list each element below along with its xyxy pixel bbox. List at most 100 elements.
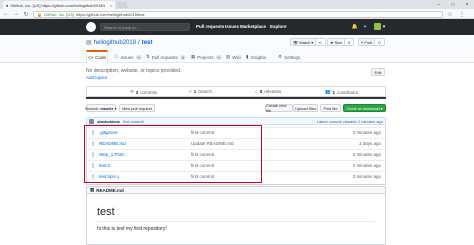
window-close-icon[interactable]: ×: [460, 0, 474, 9]
repo-name-link[interactable]: test: [142, 40, 153, 46]
tab-close-icon[interactable]: ×: [110, 3, 112, 8]
notifications-bell-icon[interactable]: 🔔: [352, 24, 358, 30]
highlight-box: [84, 125, 262, 183]
commit-author[interactable]: xiaokobianc: [97, 119, 120, 124]
author-avatar[interactable]: [89, 118, 94, 124]
tab-wiki[interactable]: ▥ Wiki: [226, 51, 241, 63]
github-logo-icon[interactable]: [86, 22, 96, 32]
file-age: 2 minutes ago: [352, 152, 381, 157]
branches-count: 1: [193, 89, 197, 94]
language-bar-fill: [86, 97, 386, 99]
file-age: 3 days ago: [358, 141, 381, 146]
repo-separator: /: [138, 39, 140, 46]
eye-icon: 👁: [293, 39, 299, 45]
fork-count[interactable]: 0: [374, 39, 384, 45]
bookmark-star-icon[interactable]: ☆: [446, 10, 454, 18]
find-file-button[interactable]: Find file: [320, 104, 341, 112]
clone-download-button[interactable]: Clone or download ▾: [343, 104, 386, 112]
star-label: Star: [334, 39, 342, 45]
book-icon: ▥: [226, 54, 231, 59]
tab-insights[interactable]: ▮ Insights: [246, 51, 266, 63]
readme-title: test: [97, 206, 115, 218]
caret-down-icon: ▾: [311, 39, 314, 45]
user-avatar[interactable]: [374, 23, 381, 30]
issue-icon: ⓘ: [114, 54, 119, 59]
project-icon: ▦: [191, 54, 196, 59]
tab-projects[interactable]: ▦ Projects 0: [191, 51, 222, 63]
github-favicon-icon: ●: [6, 2, 9, 8]
nav-marketplace[interactable]: Marketplace: [240, 24, 266, 29]
commits-link[interactable]: ⟲ 3 commits: [130, 89, 157, 95]
branches-link[interactable]: ⑂ 1 branch: [189, 89, 212, 94]
branch-select[interactable]: Branch: master ▾: [85, 104, 117, 112]
menu-icon[interactable]: ⋮: [458, 10, 466, 18]
fork-label: Fork: [364, 39, 373, 45]
reload-icon[interactable]: ↻: [22, 10, 30, 18]
search-placeholder: Search or jump to...: [104, 24, 139, 30]
readme-text: hi this is test my first repository!: [97, 226, 167, 232]
code-icon: <>: [87, 55, 94, 60]
branch-label: Branch:: [85, 105, 100, 111]
file-age: 2 minutes ago: [352, 130, 381, 135]
edit-button[interactable]: Edit: [371, 68, 385, 76]
repo-description: No description, website, or topics provi…: [86, 68, 182, 74]
browser-tab-title: GitHub, Inc. [US] https://github.com/hel…: [10, 2, 106, 8]
add-topics-link[interactable]: Add topics: [86, 75, 107, 80]
file-age: 2 minutes ago: [352, 163, 381, 168]
tab-projects-count: 0: [215, 54, 222, 60]
star-button[interactable]: ★ Star 0: [327, 38, 355, 46]
repo-owner-link[interactable]: hellogithub2018: [94, 40, 136, 46]
upload-files-button[interactable]: Upload files: [293, 104, 318, 112]
readme-body: [86, 194, 386, 245]
readme-divider: [97, 221, 375, 222]
history-icon: ⟲: [130, 89, 134, 94]
url-field[interactable]: 🔒 GitHub, Inc. [US] https://github.com/h…: [33, 11, 443, 18]
clone-label: Clone or download: [346, 105, 380, 111]
tag-icon: ⌂: [255, 89, 258, 94]
browser-tab[interactable]: ● GitHub, Inc. [US] https://github.com/h…: [3, 1, 115, 9]
tab-settings[interactable]: ⚙ Settings: [278, 51, 300, 63]
nav-issues[interactable]: Issues: [225, 24, 239, 29]
tab-issues[interactable]: ⓘ Issues 0: [114, 51, 142, 63]
pull-request-icon: ⇅: [146, 54, 150, 59]
fork-button[interactable]: ⑂ Fork 0: [358, 38, 385, 46]
commit-message[interactable]: first commit: [123, 119, 143, 124]
forward-icon[interactable]: →: [12, 10, 20, 18]
tab-insights-label: Insights: [250, 54, 266, 60]
contributors-link[interactable]: 👥 1 contributor: [325, 89, 358, 95]
readme-header: ▥ README.md: [86, 186, 386, 194]
graph-icon: ▮: [246, 54, 249, 59]
releases-link[interactable]: ⌂ 0 releases: [255, 89, 281, 94]
commit-tease: xiaokobianc first commit Latest commit c…: [86, 117, 386, 125]
caret-down-icon: ▾: [113, 105, 117, 111]
create-new-file-button[interactable]: Create new file: [265, 103, 293, 113]
maximize-icon[interactable]: □: [446, 0, 460, 9]
commits-count: 3: [135, 89, 139, 95]
branches-label: branch: [198, 89, 212, 94]
people-icon: 👥: [325, 89, 331, 94]
tab-projects-label: Projects: [197, 54, 214, 60]
tab-wiki-label: Wiki: [232, 54, 241, 60]
branch-icon: ⑂: [189, 89, 192, 94]
caret-down-icon[interactable]: ▾: [381, 24, 387, 30]
star-count[interactable]: 0: [343, 39, 354, 45]
repo-icon: ▤: [86, 40, 92, 46]
nav-pull-requests[interactable]: Pull requests: [196, 24, 224, 29]
language-bar[interactable]: [86, 97, 386, 99]
minimize-icon[interactable]: –: [432, 0, 446, 9]
plus-icon[interactable]: +: [362, 24, 368, 30]
contributors-count: 1: [332, 89, 336, 95]
watch-button[interactable]: 👁 Watch ▾ 0: [290, 38, 326, 46]
caret-down-icon: ▾: [380, 105, 383, 111]
new-pull-request-button[interactable]: New pull request: [119, 104, 155, 112]
nav-explore[interactable]: Explore: [270, 24, 287, 29]
new-tab-button[interactable]: [115, 2, 129, 8]
star-icon: ★: [330, 39, 334, 45]
tab-issues-count: 0: [135, 54, 142, 60]
tab-pull-requests[interactable]: ⇅ Pull requests 0: [146, 51, 187, 63]
back-icon[interactable]: ←: [2, 10, 10, 18]
watch-count[interactable]: 0: [315, 39, 325, 45]
tab-code[interactable]: <> Code: [86, 50, 108, 63]
releases-label: releases: [264, 89, 282, 94]
search-input[interactable]: Search or jump to...: [100, 23, 190, 31]
